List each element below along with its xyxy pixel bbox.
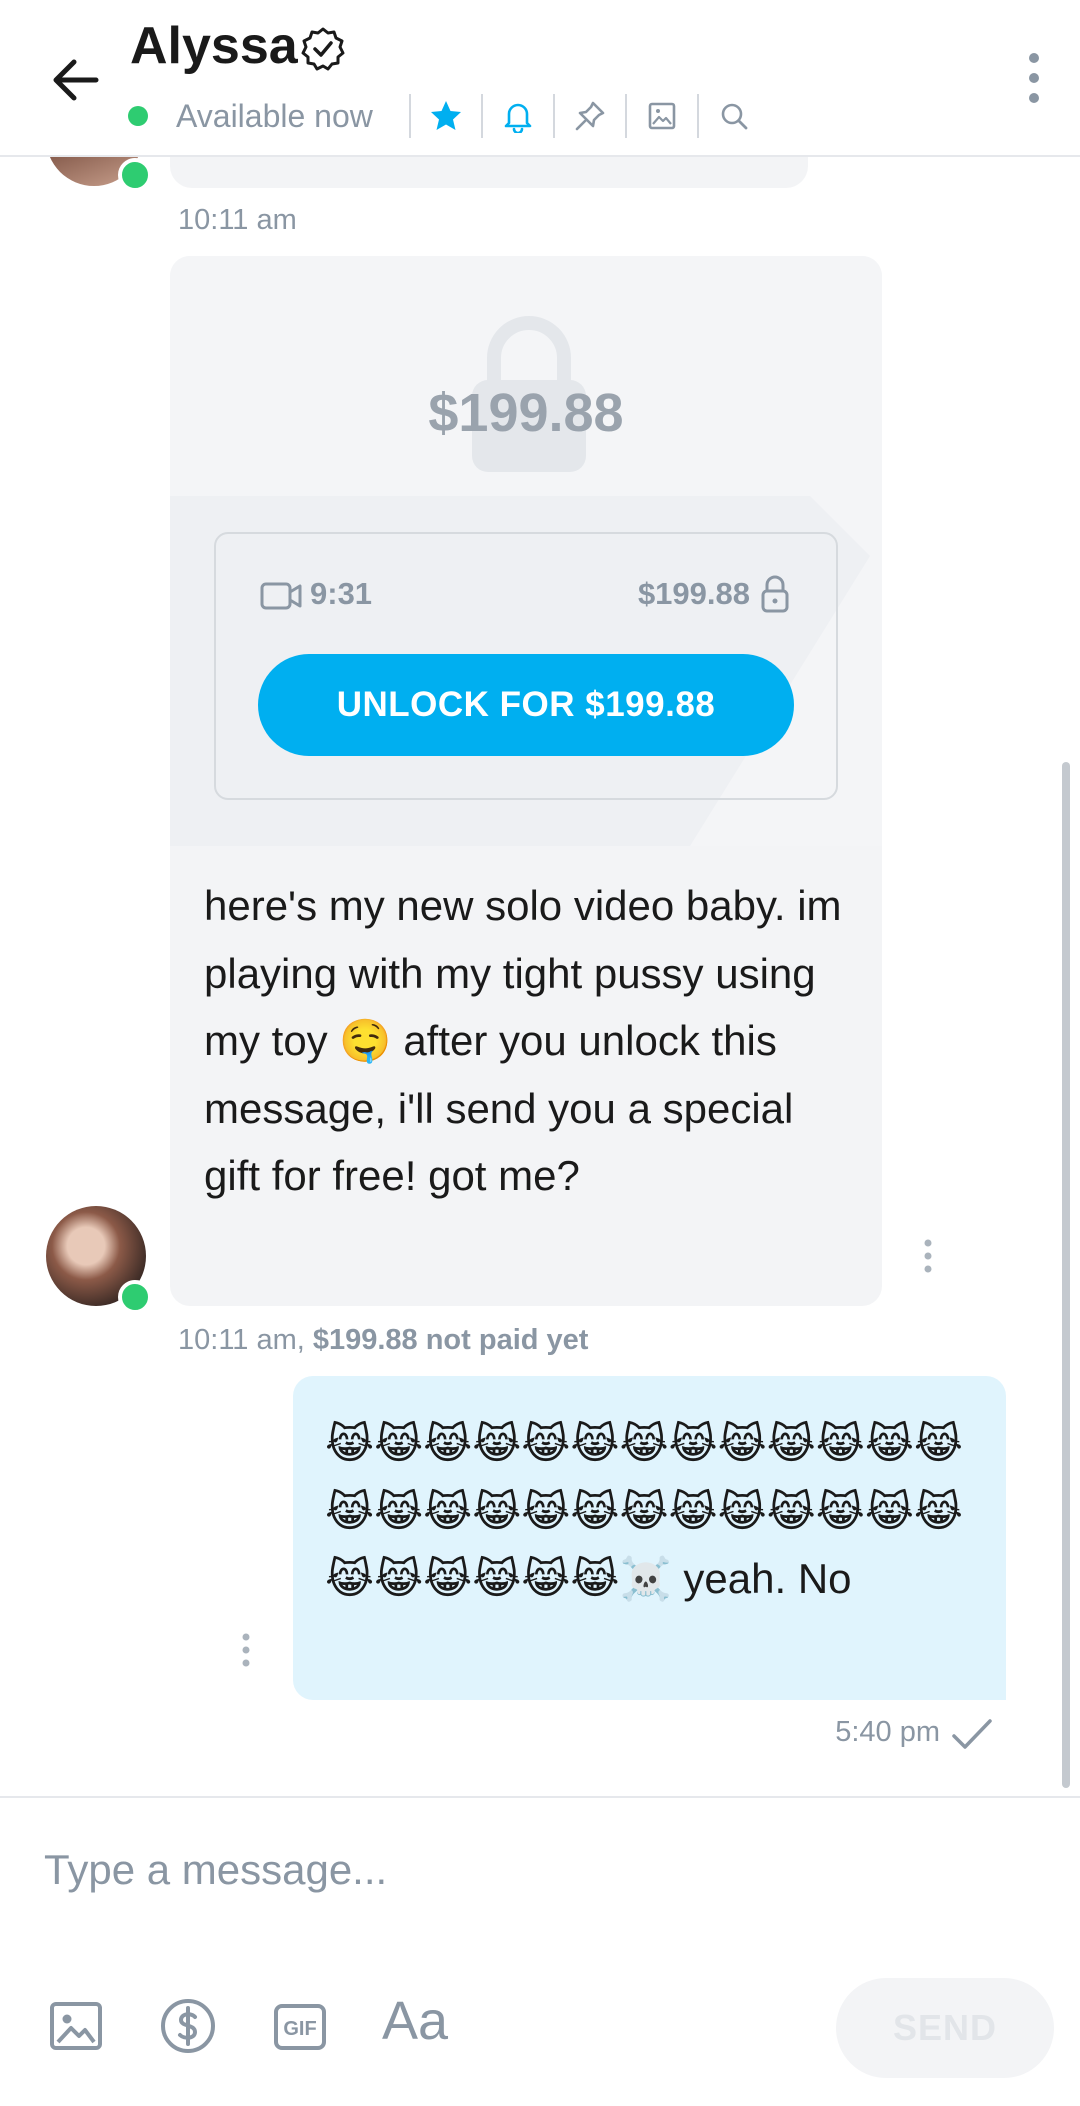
- online-indicator: [118, 158, 152, 192]
- text-format-button[interactable]: Aa: [382, 1990, 448, 2052]
- checkmark-icon: [952, 1719, 992, 1749]
- more-vert-icon[interactable]: [1014, 50, 1054, 106]
- chat-header: Alyssa Available now: [0, 0, 1080, 157]
- message-time: 5:40 pm: [835, 1716, 940, 1748]
- video-duration: 9:31: [310, 576, 373, 611]
- message-price: $199.88: [637, 576, 750, 611]
- image-icon[interactable]: [645, 99, 679, 133]
- video-icon: [260, 582, 302, 610]
- header-status-row: Available now: [128, 92, 751, 140]
- send-button[interactable]: SEND: [836, 1978, 1054, 2078]
- unlock-button[interactable]: UNLOCK FOR $199.88: [258, 654, 794, 756]
- back-arrow-icon[interactable]: [44, 48, 108, 112]
- message-text: 😹😹😹😹😹😹😹😹😹😹😹😹😹😹😹😹😹😹😹😹😹😹😹😹😹😹😹😹😹😹😹😹☠️ yeah.…: [325, 1420, 963, 1602]
- pin-icon[interactable]: [573, 99, 607, 133]
- scrollbar[interactable]: [1062, 762, 1070, 1788]
- status-text: Available now: [176, 97, 373, 134]
- gif-icon[interactable]: GIF: [270, 1996, 330, 2056]
- message-time: 10:11 am,: [178, 1324, 305, 1356]
- divider: [408, 94, 411, 138]
- online-indicator: [118, 1280, 152, 1314]
- unlock-card: 9:31 $199.88 UNLOCK FOR $199.88: [214, 532, 838, 800]
- message-time: 10:11 am: [178, 204, 297, 236]
- lock-icon: [761, 575, 789, 613]
- message-meta: 10:11 am, $199.88 not paid yet: [178, 1324, 588, 1357]
- message-input[interactable]: [44, 1846, 804, 1894]
- image-icon[interactable]: [46, 1996, 106, 2056]
- sent-message-bubble: 😹😹😹😹😹😹😹😹😹😹😹😹😹😹😹😹😹😹😹😹😹😹😹😹😹😹😹😹😹😹😹😹☠️ yeah.…: [293, 1376, 1006, 1700]
- gif-label: GIF: [283, 2018, 316, 2040]
- payment-status: $199.88 not paid yet: [312, 1324, 589, 1356]
- message-text: here's my new solo video baby. im playin…: [204, 882, 842, 1199]
- contact-name[interactable]: Alyssa: [130, 16, 298, 76]
- online-indicator: [128, 106, 148, 126]
- locked-message-bubble: $199.88 9:31 $199.88 UNLOCK FOR $199.88 …: [170, 256, 882, 1306]
- divider: [552, 94, 555, 138]
- search-icon[interactable]: [717, 99, 751, 133]
- divider: [624, 94, 627, 138]
- verified-icon: [301, 27, 345, 71]
- locked-price-overlay: $199.88: [428, 383, 624, 443]
- bell-icon[interactable]: [501, 99, 535, 133]
- dollar-icon[interactable]: [158, 1996, 218, 2056]
- star-icon[interactable]: [429, 99, 463, 133]
- divider: [480, 94, 483, 138]
- message-options-icon[interactable]: [240, 1632, 252, 1668]
- divider: [696, 94, 699, 138]
- divider: [0, 1796, 1080, 1798]
- locked-media-preview[interactable]: $199.88 9:31 $199.88 UNLOCK FOR $199.88: [170, 256, 882, 846]
- message-options-icon[interactable]: [922, 1238, 934, 1274]
